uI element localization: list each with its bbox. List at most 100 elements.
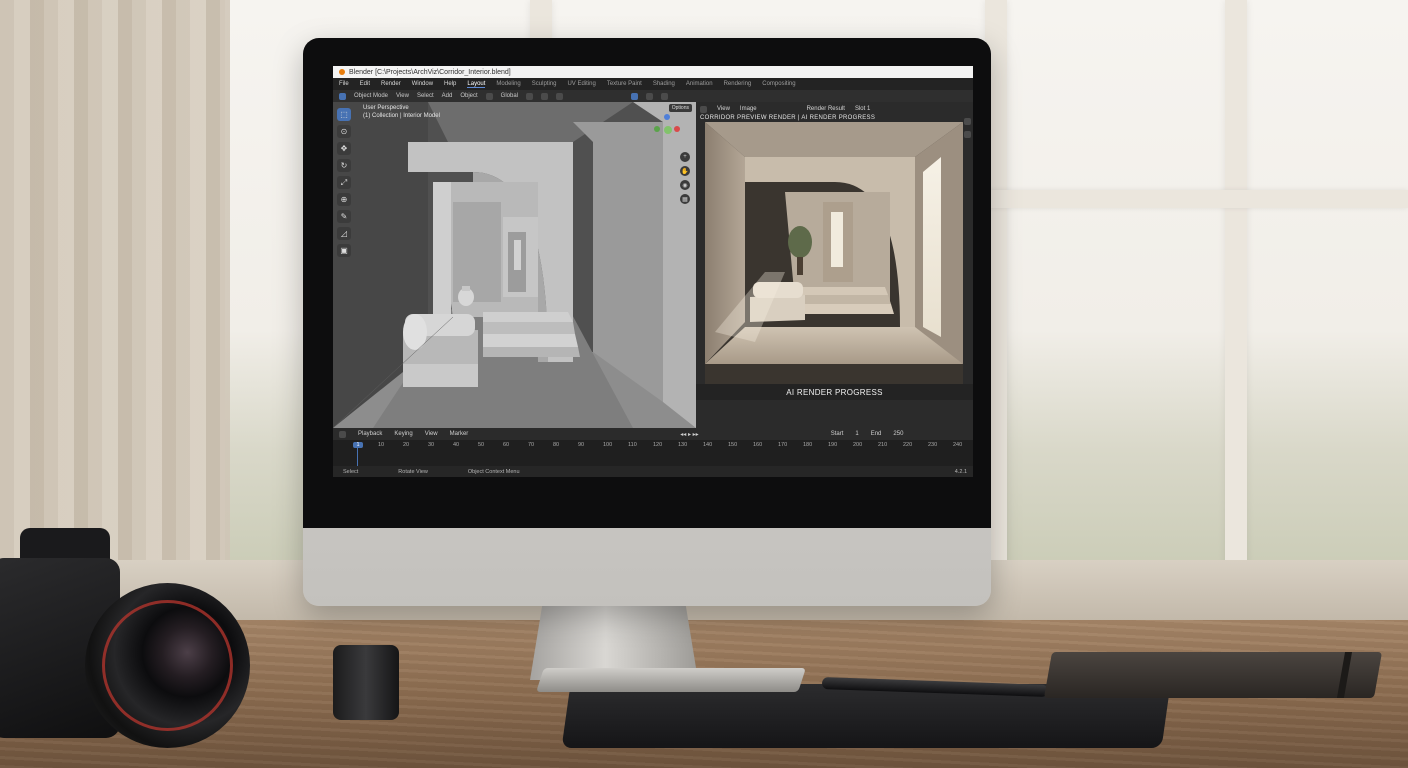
clay-corridor-model — [333, 102, 696, 428]
timeline-tick: 90 — [578, 442, 585, 448]
cursor-icon[interactable]: ⊙ — [337, 125, 351, 138]
image-editor-render[interactable]: View Image Render Result Slot 1 CORRIDOR… — [696, 102, 973, 428]
navigation-buttons: + ✋ ◉ ▦ — [680, 152, 690, 204]
timeline-tick: 80 — [553, 442, 560, 448]
timeline-header: Playback Keying View Marker ◂◂ ▸ ▸▸ Star… — [333, 428, 973, 440]
tab-modeling[interactable]: Modeling — [496, 81, 520, 87]
lens-cap — [333, 645, 399, 720]
timeline-tick: 130 — [678, 442, 688, 448]
snap-icon[interactable] — [541, 92, 548, 100]
tab-sculpting[interactable]: Sculpting — [532, 81, 557, 87]
tab-shading[interactable]: Shading — [653, 81, 675, 87]
timeline-menu-keying[interactable]: Keying — [394, 431, 412, 437]
gizmo-x-axis[interactable] — [674, 126, 680, 132]
window-titlebar: Blender [C:\Projects\ArchViz\Corridor_In… — [333, 66, 973, 78]
zoom-icon[interactable]: + — [680, 152, 690, 162]
timeline-tick: 200 — [853, 442, 863, 448]
monitor-stand-base — [536, 668, 806, 692]
timeline-tick: 140 — [703, 442, 713, 448]
timeline-tick: 70 — [528, 442, 535, 448]
add-cube-icon[interactable]: ▣ — [337, 244, 351, 257]
tab-compositing[interactable]: Compositing — [762, 81, 795, 87]
timeline-menu-view[interactable]: View — [425, 431, 438, 437]
timeline-tick: 50 — [478, 442, 485, 448]
gizmo-y-axis[interactable] — [654, 126, 660, 132]
current-frame-indicator[interactable]: 1 — [353, 442, 363, 448]
pan-icon[interactable]: ✋ — [680, 166, 690, 176]
mode-dropdown[interactable]: Object Mode — [354, 93, 388, 99]
notebook — [1043, 652, 1383, 698]
tab-texture-paint[interactable]: Texture Paint — [607, 81, 642, 87]
camera-view-icon[interactable]: ◉ — [680, 180, 690, 190]
navigation-gizmo[interactable] — [654, 112, 682, 152]
rotate-icon[interactable]: ↻ — [337, 159, 351, 172]
3d-viewport[interactable]: User Perspective (1) Collection | Interi… — [333, 102, 696, 428]
editor-type-icon[interactable] — [339, 92, 346, 100]
gizmo-z-axis[interactable] — [664, 114, 670, 120]
toolbar-column: ⬚ ⊙ ✥ ↻ ⤢ ⊕ ✎ ◿ ▣ — [337, 108, 351, 257]
tab-uv-editing[interactable]: UV Editing — [567, 81, 595, 87]
blender-logo-icon — [339, 69, 345, 75]
timeline-tick: 30 — [428, 442, 435, 448]
transform-icon[interactable]: ⊕ — [337, 193, 351, 206]
timeline-tick: 120 — [653, 442, 663, 448]
status-hint-select: Select — [343, 468, 359, 475]
end-frame-field[interactable]: 250 — [893, 431, 903, 437]
timeline-editor-icon[interactable] — [339, 430, 346, 438]
options-button[interactable]: Options — [668, 104, 692, 112]
menu-view[interactable]: View — [396, 93, 409, 99]
menu-select[interactable]: Select — [417, 93, 434, 99]
transform-orientation-icon[interactable] — [485, 92, 493, 100]
timeline-menu-playback[interactable]: Playback — [358, 431, 382, 437]
measure-icon[interactable]: ◿ — [337, 227, 351, 240]
proportional-edit-icon[interactable] — [556, 92, 563, 100]
menu-render[interactable]: Render — [381, 81, 401, 87]
play-controls-icon[interactable]: ◂◂ ▸ ▸▸ — [680, 431, 698, 438]
scale-icon[interactable]: ⤢ — [337, 176, 351, 189]
viewport-shading-rendered-icon[interactable] — [661, 92, 668, 100]
window-mullion — [1225, 0, 1247, 600]
timeline-tick: 180 — [803, 442, 813, 448]
zoom-icon[interactable] — [964, 118, 971, 125]
timeline-tick: 190 — [828, 442, 838, 448]
curtain — [0, 0, 230, 600]
viewport-shading-solid-icon[interactable] — [631, 92, 638, 100]
timeline[interactable]: 1 10 20 30 40 50 60 70 80 90 100 110 120… — [333, 440, 973, 466]
viewport-collection-label: (1) Collection | Interior Model — [363, 113, 440, 119]
playhead[interactable] — [357, 448, 358, 466]
tool-header: Object Mode View Select Add Object Globa… — [333, 90, 973, 102]
menu-file[interactable]: File — [339, 81, 349, 87]
screen-bottom-area — [333, 477, 973, 512]
ortho-toggle-icon[interactable]: ▦ — [680, 194, 690, 204]
timeline-tick: 150 — [728, 442, 738, 448]
viewport-perspective-label: User Perspective — [363, 105, 409, 111]
select-box-icon[interactable]: ⬚ — [337, 108, 351, 121]
timeline-tick: 230 — [928, 442, 938, 448]
viewport-shading-material-icon[interactable] — [646, 92, 653, 100]
annotate-icon[interactable]: ✎ — [337, 210, 351, 223]
screen: Blender [C:\Projects\ArchViz\Corridor_In… — [333, 66, 973, 512]
menu-add[interactable]: Add — [442, 93, 453, 99]
start-frame-field[interactable]: 1 — [855, 431, 858, 437]
gizmo-center — [664, 126, 672, 134]
tab-layout[interactable]: Layout — [467, 81, 486, 88]
menu-window[interactable]: Window — [412, 81, 433, 87]
timeline-tick: 40 — [453, 442, 460, 448]
transform-orientation-dropdown[interactable]: Global — [501, 93, 518, 99]
monitor-bezel: Blender [C:\Projects\ArchViz\Corridor_In… — [303, 38, 991, 528]
tab-rendering[interactable]: Rendering — [724, 81, 752, 87]
hand-icon[interactable] — [964, 131, 971, 138]
timeline-menu-marker[interactable]: Marker — [450, 431, 469, 437]
status-bar: Select Rotate View Object Context Menu 4… — [333, 466, 973, 477]
menu-edit[interactable]: Edit — [360, 81, 370, 87]
viewport-info: User Perspective (1) Collection | Interi… — [363, 104, 440, 120]
tab-animation[interactable]: Animation — [686, 81, 713, 87]
render-progress-label: AI RENDER PROGRESS — [696, 384, 973, 400]
timeline-tick: 220 — [903, 442, 913, 448]
menu-object[interactable]: Object — [460, 93, 477, 99]
pivot-icon[interactable] — [526, 92, 533, 100]
timeline-tick: 10 — [378, 442, 385, 448]
window-title: Blender [C:\Projects\ArchViz\Corridor_In… — [349, 68, 511, 76]
move-icon[interactable]: ✥ — [337, 142, 351, 155]
menu-help[interactable]: Help — [444, 81, 456, 87]
